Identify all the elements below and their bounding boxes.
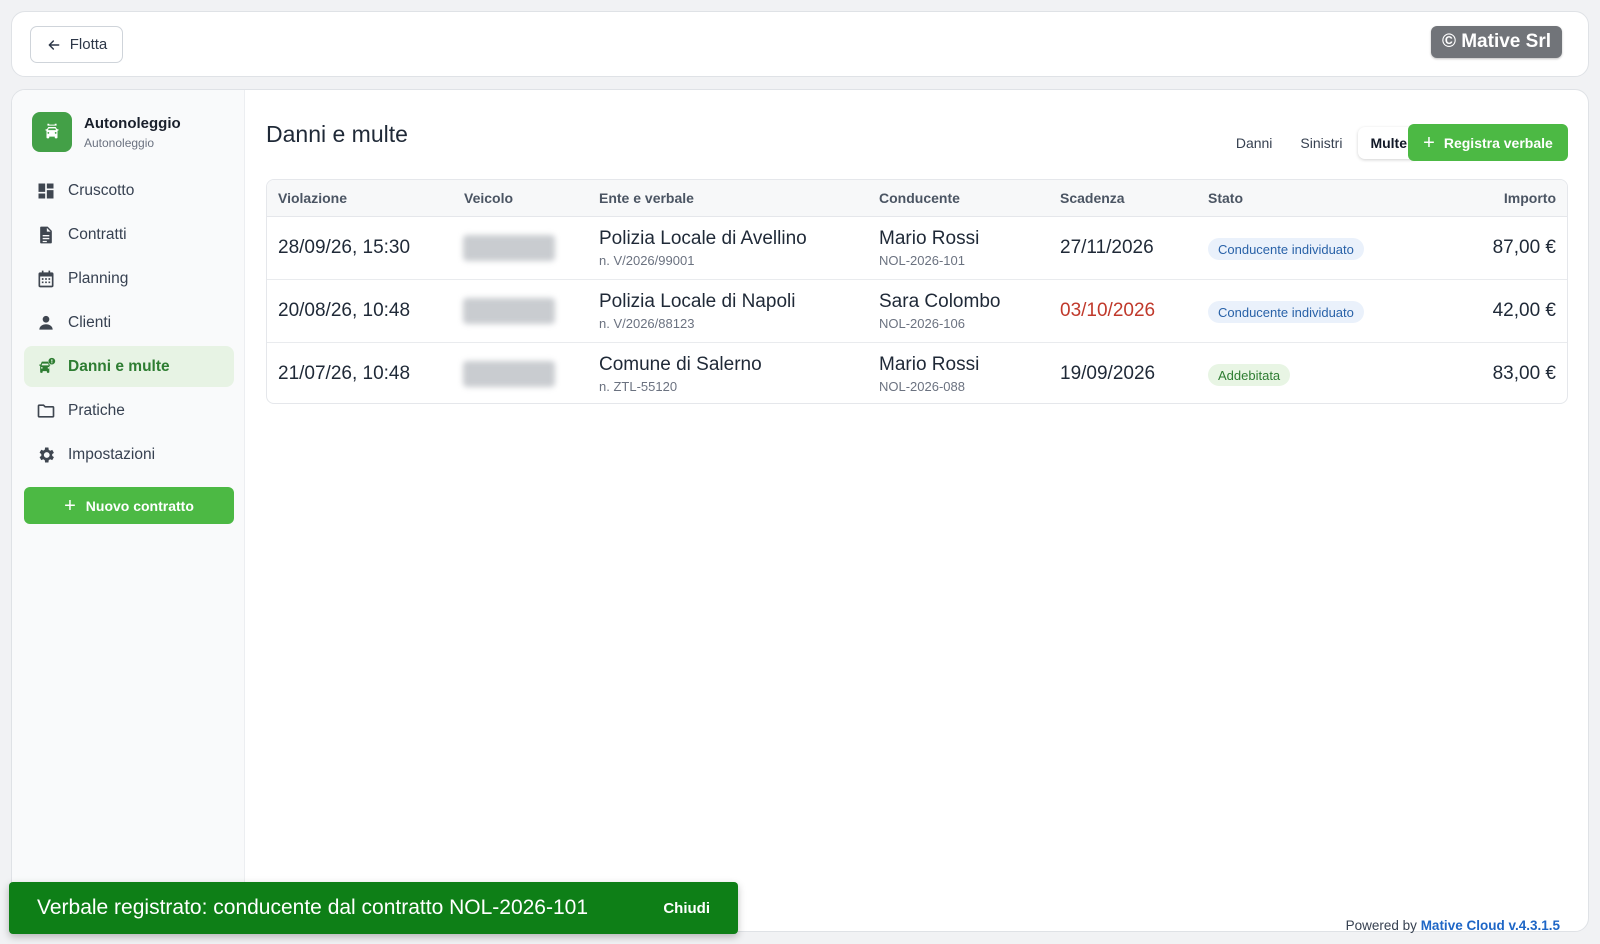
tabs: Danni Sinistri Multe [1224, 127, 1419, 159]
amount: 42,00 € [1492, 300, 1556, 321]
dashboard-icon [38, 183, 54, 198]
main-panel: Autonoleggio Autonoleggio Cruscotto Cont… [11, 89, 1589, 932]
table-row[interactable]: 28/09/26, 15:30 Polizia Locale di Avelli… [267, 217, 1567, 280]
column-header-ente[interactable]: Ente e verbale [599, 190, 694, 206]
new-contract-button[interactable]: + Nuovo contratto [24, 487, 234, 524]
toast-message: Verbale registrato: conducente dal contr… [37, 896, 589, 919]
ente-name: Polizia Locale di Napoli [599, 291, 796, 312]
column-header-violazione[interactable]: Violazione [278, 190, 347, 206]
sidebar-nav: Cruscotto Contratti Planning Clienti Dan… [24, 170, 234, 478]
violation-datetime: 20/08/26, 10:48 [278, 300, 411, 321]
status-badge: Conducente individuato [1208, 238, 1364, 260]
new-contract-label: Nuovo contratto [85, 497, 194, 514]
sidebar-item-label: Contratti [68, 225, 127, 243]
brand-subtitle: Autonoleggio [84, 135, 155, 150]
ente-name: Polizia Locale di Avellino [599, 228, 807, 249]
car-alert-icon [39, 357, 56, 373]
license-plate-blurred [463, 361, 555, 387]
contract-number: NOL-2026-101 [879, 253, 965, 268]
sidebar-item-label: Impostazioni [68, 445, 156, 463]
sidebar-item-label: Cruscotto [68, 181, 135, 199]
sidebar-item-impostazioni[interactable]: Impostazioni [24, 434, 234, 475]
page-title: Danni e multe [266, 121, 408, 147]
license-plate-blurred [463, 235, 555, 261]
sidebar-item-pratiche[interactable]: Pratiche [24, 390, 234, 431]
table-row[interactable]: 20/08/26, 10:48 Polizia Locale di Napoli… [267, 280, 1567, 343]
due-date: 27/11/2026 [1060, 237, 1154, 258]
folder-icon [37, 403, 55, 418]
register-verbale-button[interactable]: + Registra verbale [1408, 124, 1568, 161]
ente-cell: Polizia Locale di Avellino n. V/2026/990… [599, 228, 807, 268]
back-button-label: Flotta [69, 36, 108, 53]
table-row[interactable]: 21/07/26, 10:48 Comune di Salerno n. ZTL… [267, 343, 1567, 403]
sidebar-item-label: Clienti [68, 313, 112, 331]
ente-cell: Comune di Salerno n. ZTL-55120 [599, 354, 762, 394]
sidebar-item-contratti[interactable]: Contratti [24, 214, 234, 255]
success-toast: Verbale registrato: conducente dal contr… [9, 882, 738, 934]
arrow-left-icon [48, 39, 60, 50]
driver-name: Sara Colombo [879, 291, 1001, 312]
sidebar-item-clienti[interactable]: Clienti [24, 302, 234, 343]
sidebar-item-planning[interactable]: Planning [24, 258, 234, 299]
toast-close-button[interactable]: Chiudi [663, 900, 710, 917]
column-header-stato[interactable]: Stato [1208, 190, 1243, 206]
driver-cell: Mario Rossi NOL-2026-088 [879, 354, 979, 394]
license-plate-blurred [463, 298, 555, 324]
person-icon [39, 315, 53, 330]
calendar-icon [38, 270, 54, 287]
tab-sinistri[interactable]: Sinistri [1288, 127, 1354, 159]
sidebar-item-danni-e-multe[interactable]: Danni e multe [24, 346, 234, 387]
contract-number: NOL-2026-088 [879, 379, 965, 394]
plus-icon: + [1423, 131, 1435, 154]
plus-icon: + [64, 494, 76, 517]
status-badge: Addebitata [1208, 364, 1291, 386]
amount: 87,00 € [1492, 237, 1556, 258]
car-rental-logo-icon [32, 112, 72, 152]
powered-brand-link[interactable]: Mative Cloud v.4.3.1.5 [1421, 918, 1560, 933]
sidebar-item-label: Pratiche [68, 401, 125, 419]
driver-name: Mario Rossi [879, 354, 980, 375]
sidebar-item-label: Planning [68, 269, 129, 287]
sidebar-item-label: Danni e multe [68, 357, 170, 375]
fines-table: Violazione Veicolo Ente e verbale Conduc… [266, 179, 1568, 404]
sidebar: Autonoleggio Autonoleggio Cruscotto Cont… [12, 90, 245, 931]
due-date: 19/09/2026 [1060, 363, 1156, 384]
amount: 83,00 € [1492, 363, 1556, 384]
violation-datetime: 21/07/26, 10:48 [278, 363, 411, 384]
verbale-number: n. ZTL-55120 [599, 379, 678, 394]
status-badge: Conducente individuato [1208, 301, 1364, 323]
driver-name: Mario Rossi [879, 228, 980, 249]
gear-icon [39, 447, 54, 462]
column-header-scadenza[interactable]: Scadenza [1060, 190, 1125, 206]
contract-number: NOL-2026-106 [879, 316, 965, 331]
table-header: Violazione Veicolo Ente e verbale Conduc… [267, 180, 1567, 217]
powered-by: Powered by Mative Cloud v.4.3.1.5 [1346, 918, 1560, 933]
copyright-watermark: © Mative Srl [1430, 26, 1562, 58]
brand-title: Autonoleggio [84, 114, 181, 132]
tab-danni[interactable]: Danni [1224, 127, 1285, 159]
ente-cell: Polizia Locale di Napoli n. V/2026/88123 [599, 291, 795, 331]
driver-cell: Sara Colombo NOL-2026-106 [879, 291, 1000, 331]
ente-name: Comune di Salerno [599, 354, 762, 375]
verbale-number: n. V/2026/99001 [599, 253, 695, 268]
violation-datetime: 28/09/26, 15:30 [278, 237, 411, 258]
column-header-conducente[interactable]: Conducente [879, 190, 960, 206]
column-header-veicolo[interactable]: Veicolo [464, 190, 513, 206]
verbale-number: n. V/2026/88123 [599, 316, 695, 331]
sidebar-item-cruscotto[interactable]: Cruscotto [24, 170, 234, 211]
document-icon [40, 226, 52, 243]
due-date-overdue: 03/10/2026 [1060, 300, 1156, 321]
top-bar: Flotta © Mative Srl [11, 11, 1589, 77]
brand: Autonoleggio Autonoleggio [32, 112, 181, 152]
driver-cell: Mario Rossi NOL-2026-101 [879, 228, 979, 268]
back-button[interactable]: Flotta [30, 26, 123, 63]
powered-prefix: Powered by [1345, 918, 1417, 933]
column-header-importo[interactable]: Importo [1504, 190, 1556, 206]
register-verbale-label: Registra verbale [1443, 134, 1553, 151]
